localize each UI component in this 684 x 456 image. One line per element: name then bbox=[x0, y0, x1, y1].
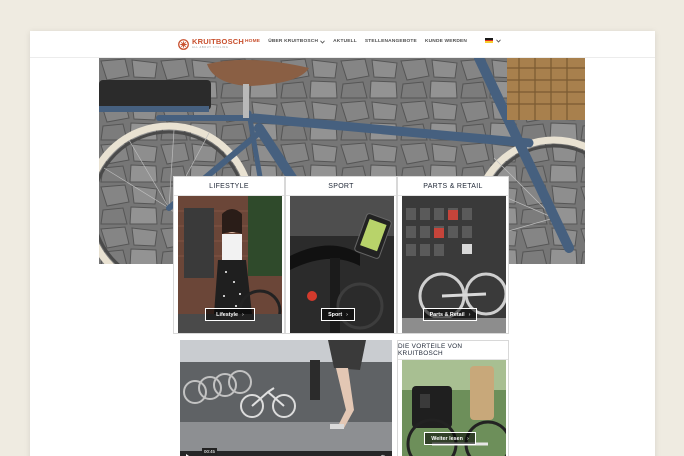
chevron-down-icon bbox=[496, 39, 501, 43]
german-flag-icon bbox=[485, 38, 493, 44]
site-header: KRUITBOSCH ALL ABOUT CYCLING HOME ÜBER K… bbox=[30, 31, 655, 58]
browser-page: KRUITBOSCH ALL ABOUT CYCLING HOME ÜBER K… bbox=[30, 31, 655, 456]
logo-tagline: ALL ABOUT CYCLING bbox=[192, 45, 229, 49]
nav-stellenangebote[interactable]: STELLENANGEBOTE bbox=[365, 39, 417, 44]
chevron-down-icon bbox=[320, 40, 325, 44]
video-frame bbox=[180, 340, 392, 456]
card-lifestyle: LIFESTYLE Lifestyle › bbox=[173, 176, 285, 334]
card-title: DIE VORTEILE VON KRUITBOSCH bbox=[398, 341, 508, 360]
logo-name: KRUITBOSCH bbox=[192, 37, 244, 47]
read-more-button[interactable]: Weiter lesen › bbox=[424, 432, 476, 445]
card-title: PARTS & RETAIL bbox=[398, 177, 508, 196]
card-parts-retail: PARTS & RETAIL Parts & Retail › bbox=[397, 176, 509, 334]
sport-button-label: Sport bbox=[328, 311, 343, 318]
card-sport: SPORT Sport › bbox=[285, 176, 397, 334]
video-player[interactable]: ⚙ 00:45 bbox=[180, 340, 392, 456]
sport-button[interactable]: Sport › bbox=[321, 308, 355, 321]
chevron-right-icon: › bbox=[468, 311, 471, 318]
chevron-right-icon: › bbox=[346, 311, 348, 318]
main-nav: HOME ÜBER KRUITBOSCH AKTUELL STELLENANGE… bbox=[245, 39, 475, 44]
parts-retail-button[interactable]: Parts & Retail › bbox=[423, 308, 477, 321]
site-logo[interactable]: KRUITBOSCH ALL ABOUT CYCLING bbox=[178, 37, 244, 51]
video-timestamp: 00:45 bbox=[202, 448, 217, 455]
nav-ueber-kruitbosch[interactable]: ÜBER KRUITBOSCH bbox=[268, 39, 325, 44]
lifestyle-button[interactable]: Lifestyle › bbox=[205, 308, 255, 321]
card-advantages: DIE VORTEILE VON KRUITBOSCH Weiter lesen… bbox=[397, 340, 509, 456]
lifestyle-button-label: Lifestyle bbox=[216, 311, 239, 318]
kruitbosch-logo-icon bbox=[178, 38, 189, 50]
chevron-right-icon: › bbox=[466, 435, 469, 442]
chevron-right-icon: › bbox=[242, 311, 244, 318]
nav-ueber-label: ÜBER KRUITBOSCH bbox=[268, 39, 319, 44]
language-selector[interactable] bbox=[485, 38, 501, 44]
card-title: SPORT bbox=[286, 177, 396, 196]
nav-home[interactable]: HOME bbox=[245, 39, 260, 44]
parts-retail-button-label: Parts & Retail bbox=[429, 311, 465, 318]
card-title: LIFESTYLE bbox=[174, 177, 284, 196]
nav-kunde-werden[interactable]: KUNDE WERDEN bbox=[425, 39, 467, 44]
read-more-button-label: Weiter lesen bbox=[431, 435, 463, 442]
nav-aktuell[interactable]: AKTUELL bbox=[333, 39, 357, 44]
